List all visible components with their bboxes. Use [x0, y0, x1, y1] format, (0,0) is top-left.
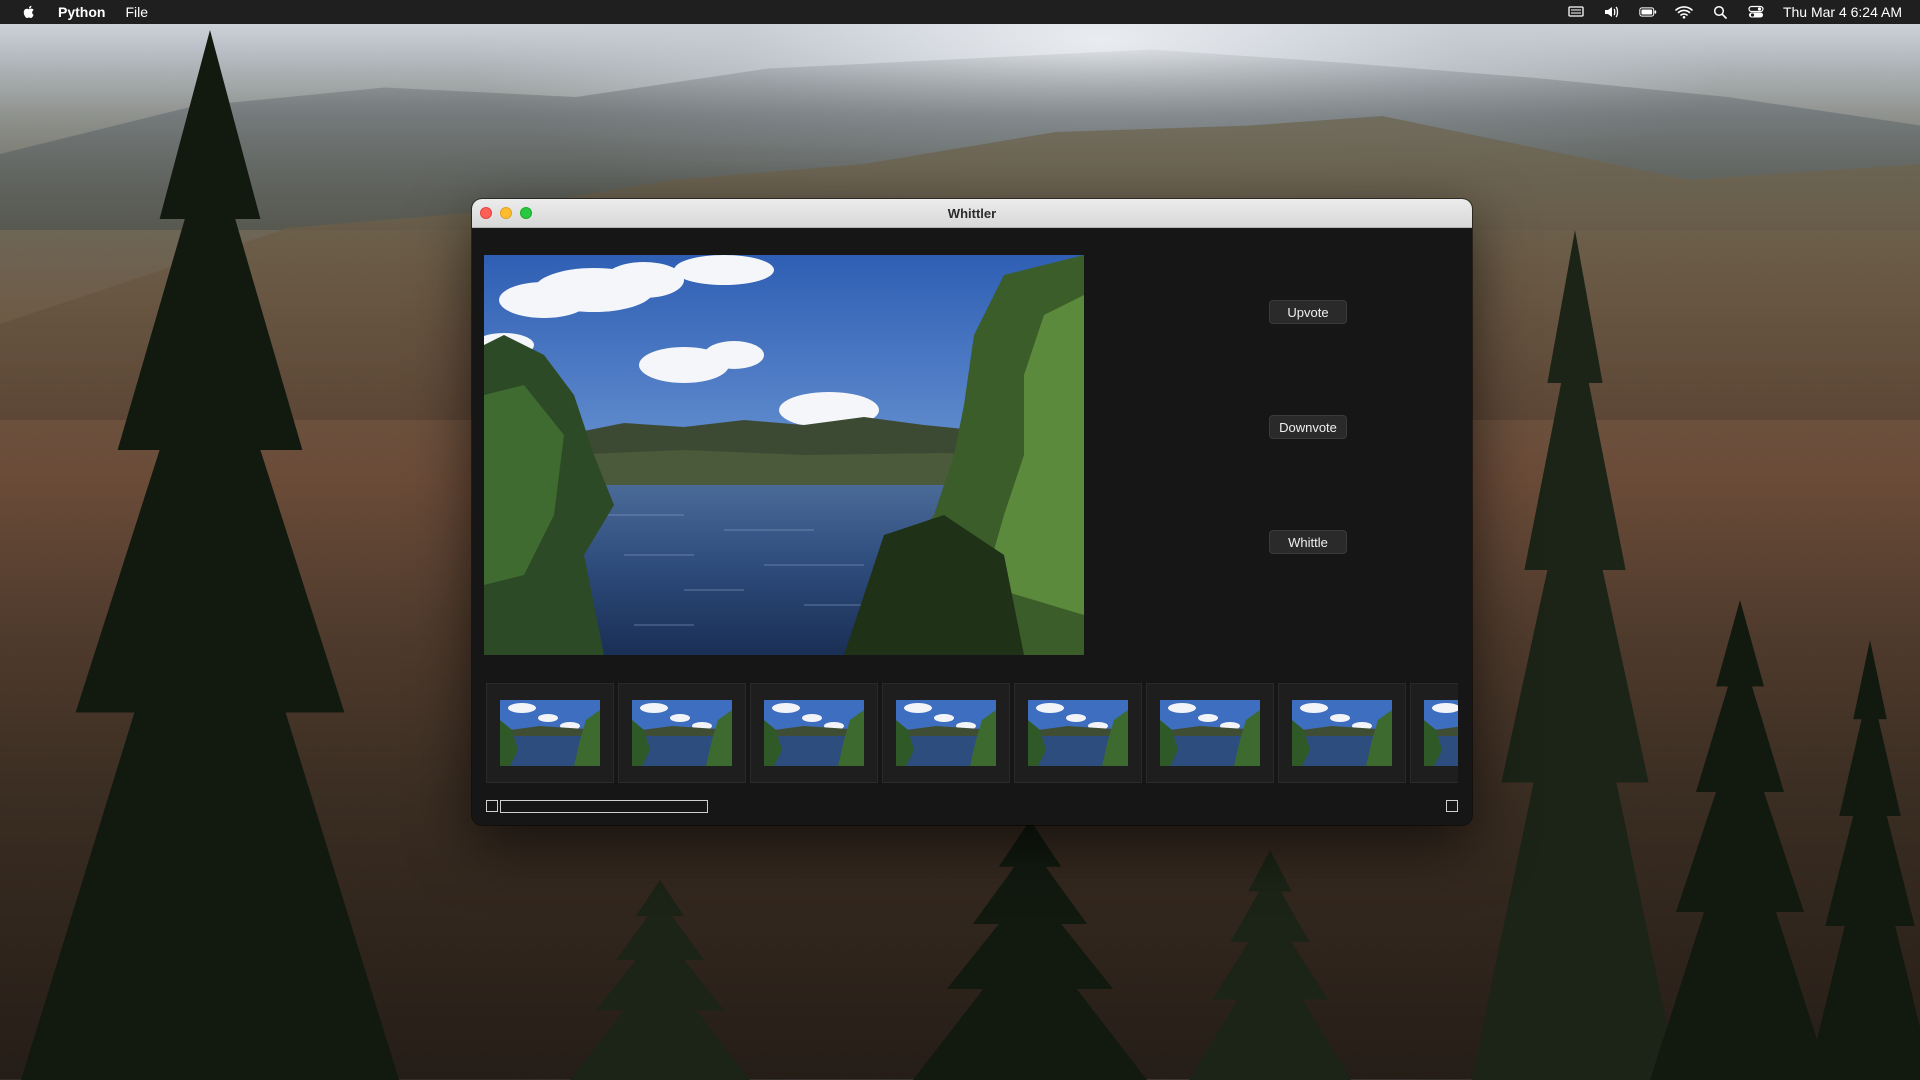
- downvote-button[interactable]: Downvote: [1269, 415, 1347, 439]
- apple-logo-icon[interactable]: [20, 4, 36, 20]
- photo-thumbnail[interactable]: [1278, 683, 1406, 783]
- menubar-clock[interactable]: Thu Mar 4 6:24 AM: [1783, 4, 1902, 20]
- upvote-button[interactable]: Upvote: [1269, 300, 1347, 324]
- battery-icon[interactable]: [1639, 4, 1657, 20]
- status-area: Thu Mar 4 6:24 AM: [1567, 4, 1902, 20]
- photo-thumbnail[interactable]: [1146, 683, 1274, 783]
- menu-bar: Python File Thu Mar 4 6:24 AM: [0, 0, 1920, 24]
- menu-file[interactable]: File: [125, 4, 148, 20]
- photo-thumbnail[interactable]: [750, 683, 878, 783]
- whittler-window: Whittler Upvote Downvote Whittle: [472, 199, 1472, 825]
- main-photo-preview: [484, 255, 1084, 655]
- scroll-left-button[interactable]: [486, 800, 498, 812]
- thumbnail-strip[interactable]: [486, 683, 1458, 783]
- wallpaper-tree: [1807, 640, 1920, 1080]
- volume-icon[interactable]: [1603, 4, 1621, 20]
- wallpaper-tree: [1189, 850, 1351, 1080]
- spotlight-search-icon[interactable]: [1711, 4, 1729, 20]
- wallpaper-tree: [913, 820, 1147, 1080]
- photo-thumbnail[interactable]: [618, 683, 746, 783]
- control-center-icon[interactable]: [1747, 4, 1765, 20]
- stage-manager-icon[interactable]: [1567, 4, 1585, 20]
- photo-thumbnail[interactable]: [486, 683, 614, 783]
- scroll-right-button[interactable]: [1446, 800, 1458, 812]
- app-menu-python[interactable]: Python: [58, 4, 105, 20]
- whittle-button[interactable]: Whittle: [1269, 530, 1347, 554]
- window-title: Whittler: [947, 205, 997, 221]
- photo-thumbnail[interactable]: [1410, 683, 1458, 783]
- window-titlebar[interactable]: Whittler: [472, 199, 1472, 228]
- photo-thumbnail[interactable]: [882, 683, 1010, 783]
- wallpaper-tree: [570, 880, 750, 1080]
- wifi-icon[interactable]: [1675, 4, 1693, 20]
- horizontal-scrollbar-thumb[interactable]: [500, 800, 708, 813]
- photo-thumbnail[interactable]: [1014, 683, 1142, 783]
- wallpaper-tree: [1650, 600, 1830, 1080]
